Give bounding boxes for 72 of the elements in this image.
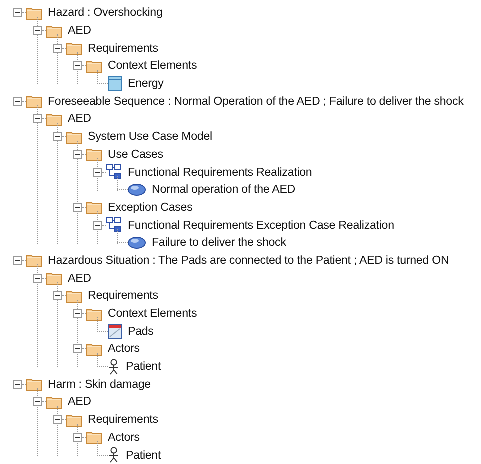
folder-icon: [66, 41, 82, 56]
tree-item[interactable]: Context Elements: [108, 59, 198, 72]
collapse-toggle[interactable]: [93, 168, 102, 177]
tree-item[interactable]: Requirements: [88, 413, 158, 426]
tree-item[interactable]: Hazard : Overshocking: [48, 6, 163, 20]
tree-item[interactable]: Pads: [128, 324, 154, 338]
collapse-toggle[interactable]: [33, 114, 42, 124]
folder-icon: [46, 24, 62, 38]
tree-item[interactable]: Energy: [128, 77, 164, 90]
tree-item[interactable]: Hazardous Situation : The Pads are connected to the Patient ; AED is turned ON: [48, 254, 450, 267]
class-icon: [108, 76, 122, 92]
tree-item[interactable]: AED: [68, 272, 92, 285]
collapse-toggle[interactable]: [13, 256, 22, 265]
folder-icon: [86, 200, 102, 214]
collapse-toggle[interactable]: [73, 150, 82, 159]
collapse-toggle[interactable]: [53, 132, 62, 142]
tree-item[interactable]: Failure to deliver the shock: [152, 236, 286, 250]
actor-icon: [108, 358, 120, 375]
folder-icon: [66, 288, 82, 303]
tree-item[interactable]: Context Elements: [108, 307, 198, 320]
collapse-toggle[interactable]: [73, 202, 82, 212]
folder-icon: [26, 6, 42, 20]
folder-icon: [46, 271, 62, 286]
folder-icon: [86, 342, 102, 356]
collapse-toggle[interactable]: [33, 274, 42, 283]
folder-icon: [46, 394, 62, 409]
tree-item[interactable]: Use Cases: [108, 148, 164, 161]
tree-item[interactable]: System Use Case Model: [88, 130, 212, 144]
tree-item[interactable]: Exception Cases: [108, 200, 193, 214]
hierarchy-icon: [106, 164, 122, 180]
collapse-toggle[interactable]: [73, 432, 82, 442]
collapse-toggle[interactable]: [73, 309, 82, 318]
collapse-toggle[interactable]: [13, 96, 22, 106]
folder-icon: [46, 112, 62, 126]
folder-icon: [66, 130, 82, 144]
collapse-toggle[interactable]: [13, 8, 22, 18]
folder-icon: [86, 430, 102, 444]
tree-item[interactable]: AED: [68, 112, 92, 126]
ellipse-icon: [128, 236, 146, 249]
tree-item[interactable]: Patient: [126, 360, 162, 374]
folder-icon: [86, 147, 102, 162]
tree-item[interactable]: Actors: [108, 430, 140, 444]
tree-item[interactable]: Harm : Skin damage: [48, 378, 151, 391]
collapse-toggle[interactable]: [13, 380, 22, 389]
tree-item[interactable]: Functional Requirements Exception Case Realization: [128, 218, 394, 232]
tree-item[interactable]: Requirements: [88, 289, 158, 302]
tree-item[interactable]: AED: [68, 395, 92, 408]
folder-icon: [86, 58, 102, 73]
folder-icon: [26, 377, 42, 392]
ellipse-icon: [128, 184, 146, 196]
tree-item[interactable]: Requirements: [88, 42, 158, 55]
folder-icon: [26, 94, 42, 108]
folder-icon: [86, 306, 102, 321]
collapse-toggle[interactable]: [53, 291, 62, 300]
folder-icon: [66, 412, 82, 427]
collapse-toggle[interactable]: [33, 26, 42, 36]
tree-item[interactable]: AED: [68, 24, 92, 38]
tree-item[interactable]: Normal operation of the AED: [152, 183, 296, 196]
tree-item[interactable]: Foreseeable Sequence : Normal Operation of the AED ; Failure to deliver the shock: [48, 94, 464, 108]
actor-icon: [108, 447, 120, 464]
collapse-toggle[interactable]: [53, 415, 62, 424]
tree-item[interactable]: Actors: [108, 342, 140, 356]
collapse-toggle[interactable]: [73, 61, 82, 70]
tree-item[interactable]: Patient: [126, 448, 162, 462]
collapse-toggle[interactable]: [73, 344, 82, 354]
class-icon: [108, 324, 122, 339]
collapse-toggle[interactable]: [33, 397, 42, 406]
tree-item[interactable]: Functional Requirements Realization: [128, 166, 312, 179]
collapse-toggle[interactable]: [93, 220, 102, 230]
folder-icon: [26, 253, 42, 268]
hierarchy-icon: [106, 217, 122, 234]
collapse-toggle[interactable]: [53, 44, 62, 53]
